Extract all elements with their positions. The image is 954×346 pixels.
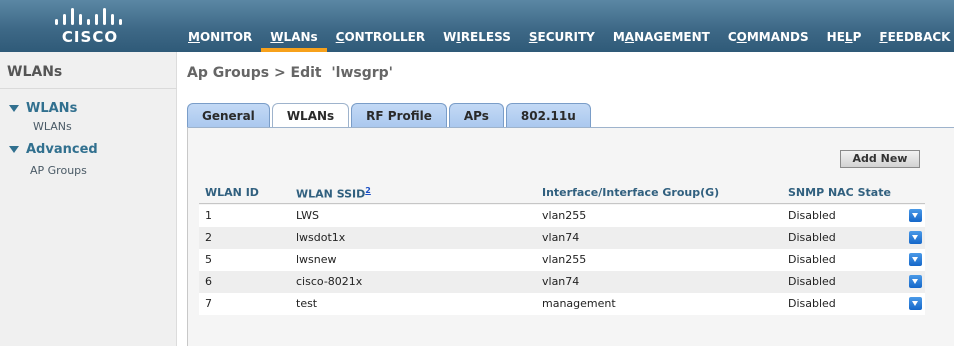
table-row: 2 lwsdot1x vlan74 Disabled <box>199 227 925 249</box>
logo-text: CISCO <box>61 28 119 46</box>
top-header: CISCO MONITOR WLANs CONTROLLER WIRELESS … <box>0 0 954 52</box>
column-header-snmp-nac: SNMP NAC State <box>788 186 891 199</box>
cell-snmp-nac: Disabled <box>788 231 836 244</box>
tab-aps[interactable]: APs <box>448 103 504 128</box>
row-dropdown-icon[interactable] <box>909 231 922 244</box>
main-nav: MONITOR WLANs CONTROLLER WIRELESS SECURI… <box>179 27 954 52</box>
sidebar-item-ap-groups[interactable]: AP Groups <box>30 164 87 177</box>
cell-interface: vlan74 <box>542 275 580 288</box>
nav-controller[interactable]: CONTROLLER <box>327 27 434 52</box>
ssid-footnote-link[interactable]: 2 <box>365 186 371 195</box>
column-header-wlan-ssid: WLAN SSID2 <box>296 186 371 201</box>
nav-wlans[interactable]: WLANs <box>261 27 327 52</box>
sidebar-divider <box>0 88 177 89</box>
nav-wireless[interactable]: WIRELESS <box>434 27 520 52</box>
cell-interface: vlan255 <box>542 253 587 266</box>
column-header-wlan-id: WLAN ID <box>205 186 259 199</box>
row-dropdown-icon[interactable] <box>909 253 922 266</box>
table-header: WLAN ID WLAN SSID2 Interface/Interface G… <box>199 184 925 204</box>
sidebar-title: WLANs <box>7 64 63 80</box>
cell-interface: vlan74 <box>542 231 580 244</box>
column-header-interface: Interface/Interface Group(G) <box>542 186 720 199</box>
sidebar-section-label: Advanced <box>26 142 98 157</box>
cell-snmp-nac: Disabled <box>788 209 836 222</box>
table-row: 5 lwsnew vlan255 Disabled <box>199 249 925 271</box>
sidebar: WLANs WLANs WLANs Advanced AP Groups <box>0 52 177 346</box>
tab-general[interactable]: General <box>187 103 270 128</box>
cell-wlan-ssid: test <box>296 297 318 310</box>
add-new-button[interactable]: Add New <box>840 150 920 168</box>
cell-wlan-ssid: lwsnew <box>296 253 337 266</box>
sidebar-item-wlans[interactable]: WLANs <box>33 120 72 133</box>
cell-wlan-id: 6 <box>205 275 212 288</box>
triangle-down-icon <box>9 105 19 112</box>
row-dropdown-icon[interactable] <box>909 209 922 222</box>
cisco-logo-icon <box>55 8 122 25</box>
nav-feedback[interactable]: FEEDBACK <box>870 27 954 52</box>
sidebar-section-wlans[interactable]: WLANs <box>9 101 77 116</box>
tab-rf-profile[interactable]: RF Profile <box>351 103 447 128</box>
tab-80211u[interactable]: 802.11u <box>505 103 591 128</box>
cell-wlan-ssid: LWS <box>296 209 319 222</box>
cell-snmp-nac: Disabled <box>788 297 836 310</box>
cell-wlan-ssid: cisco-8021x <box>296 275 363 288</box>
tab-wlans[interactable]: WLANs <box>271 103 350 129</box>
nav-monitor[interactable]: MONITOR <box>179 27 261 52</box>
row-dropdown-icon[interactable] <box>909 275 922 288</box>
sidebar-section-advanced[interactable]: Advanced <box>9 142 98 157</box>
table-row: 6 cisco-8021x vlan74 Disabled <box>199 271 925 293</box>
cell-interface: vlan255 <box>542 209 587 222</box>
nav-security[interactable]: SECURITY <box>520 27 604 52</box>
cell-snmp-nac: Disabled <box>788 275 836 288</box>
sidebar-section-label: WLANs <box>26 101 78 116</box>
cell-wlan-id: 5 <box>205 253 212 266</box>
table-row: 7 test management Disabled <box>199 293 925 315</box>
page-title: Ap Groups > Edit 'lwsgrp' <box>187 65 393 81</box>
nav-commands[interactable]: COMMANDS <box>719 27 818 52</box>
row-dropdown-icon[interactable] <box>909 297 922 310</box>
tab-bar: General WLANs RF Profile APs 802.11u <box>187 103 593 129</box>
cell-wlan-ssid: lwsdot1x <box>296 231 346 244</box>
nav-help[interactable]: HELP <box>818 27 871 52</box>
nav-management[interactable]: MANAGEMENT <box>604 27 719 52</box>
cell-interface: management <box>542 297 616 310</box>
cell-wlan-id: 7 <box>205 297 212 310</box>
cisco-logo: CISCO <box>40 6 140 48</box>
table-row: 1 LWS vlan255 Disabled <box>199 205 925 227</box>
triangle-down-icon <box>9 146 19 153</box>
cell-wlan-id: 2 <box>205 231 212 244</box>
cell-snmp-nac: Disabled <box>788 253 836 266</box>
cell-wlan-id: 1 <box>205 209 212 222</box>
